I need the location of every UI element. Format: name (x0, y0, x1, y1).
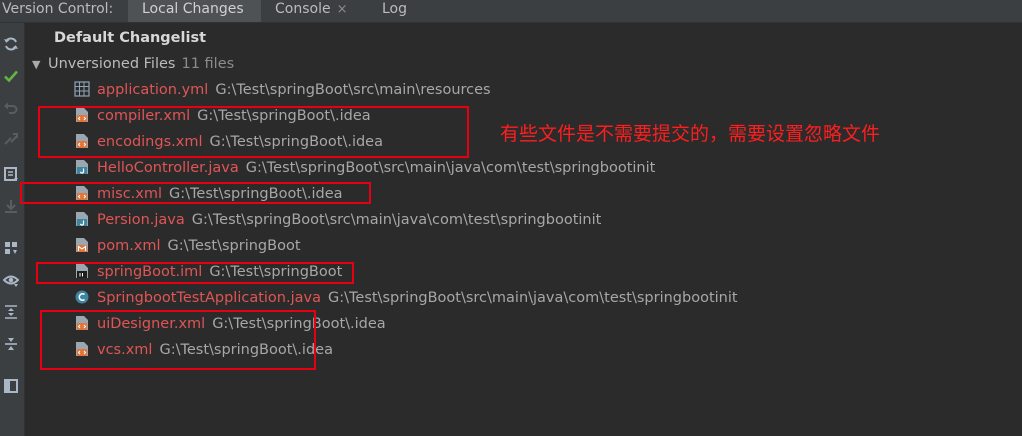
expand-all-icon[interactable] (0, 301, 22, 323)
list-item[interactable]: Persion.java G:\Test\springBoot\src\main\… (74, 209, 601, 231)
close-icon[interactable]: × (337, 2, 348, 17)
tab-label: Console (275, 1, 331, 17)
file-path: G:\Test\springBoot\src\main\java\com\tes… (245, 160, 656, 176)
file-path: G:\Test\springBoot\src\main\java\com\tes… (328, 290, 738, 306)
java-file-icon (76, 160, 88, 174)
tab-label: Local Changes (142, 1, 244, 17)
tool-window-header: Version Control: Local Changes Console × … (0, 0, 1022, 23)
tab-console[interactable]: Console × (261, 0, 366, 22)
expand-arrow-icon[interactable]: ▼ (32, 54, 48, 76)
unversioned-files-node[interactable]: ▼ Unversioned Files 11 files (32, 53, 234, 75)
update-icon (0, 195, 22, 217)
tab-local-changes[interactable]: Local Changes (128, 0, 261, 22)
highlight-box (20, 182, 371, 204)
maven-file-icon (76, 238, 88, 252)
commit-check-icon[interactable] (0, 65, 22, 87)
rollback-icon (0, 97, 22, 119)
tab-label: Log (382, 1, 408, 17)
file-name: application.yml (97, 82, 209, 98)
file-name: Persion.java (97, 212, 185, 228)
yml-file-icon (74, 81, 90, 97)
file-name: pom.xml (97, 238, 161, 254)
tab-log[interactable]: Log (368, 0, 428, 22)
file-name: SpringbootTestApplication.java (97, 290, 321, 306)
highlight-box (36, 262, 354, 284)
changes-tree: Default Changelist ▼ Unversioned Files 11 … (24, 23, 1022, 436)
shelve-icon[interactable] (0, 163, 22, 185)
preview-pane-icon[interactable] (0, 375, 22, 397)
highlight-box (40, 310, 316, 370)
file-path: G:\Test\springBoot\src\main\resources (215, 82, 491, 98)
spring-class-icon (75, 290, 89, 304)
file-name: HelloController.java (97, 160, 239, 176)
diff-icon (0, 129, 22, 151)
highlight-box (38, 106, 469, 158)
tool-window-title: Version Control: (2, 1, 114, 17)
list-item[interactable]: pom.xml G:\Test\springBoot (74, 235, 301, 257)
list-item[interactable]: application.yml G:\Test\springBoot\src\ma… (74, 79, 491, 101)
file-count: 11 files (181, 56, 235, 72)
file-path: G:\Test\springBoot (167, 238, 301, 254)
group-label: Unversioned Files (48, 56, 176, 72)
file-path: G:\Test\springBoot\src\main\java\com\tes… (191, 212, 602, 228)
show-ignored-icon[interactable] (0, 269, 22, 291)
vcs-toolbar (0, 23, 25, 436)
list-item[interactable]: HelloController.java G:\Test\springBoot\s… (74, 157, 655, 179)
java-file-icon (76, 212, 88, 226)
collapse-all-icon[interactable] (0, 333, 22, 355)
changelist-header[interactable]: Default Changelist (54, 27, 206, 49)
annotation-note: 有些文件是不需要提交的，需要设置忽略文件 (500, 123, 881, 145)
group-by-icon[interactable] (0, 237, 22, 259)
refresh-icon[interactable] (0, 33, 22, 55)
list-item[interactable]: SpringbootTestApplication.java G:\Test\sp… (74, 287, 738, 309)
